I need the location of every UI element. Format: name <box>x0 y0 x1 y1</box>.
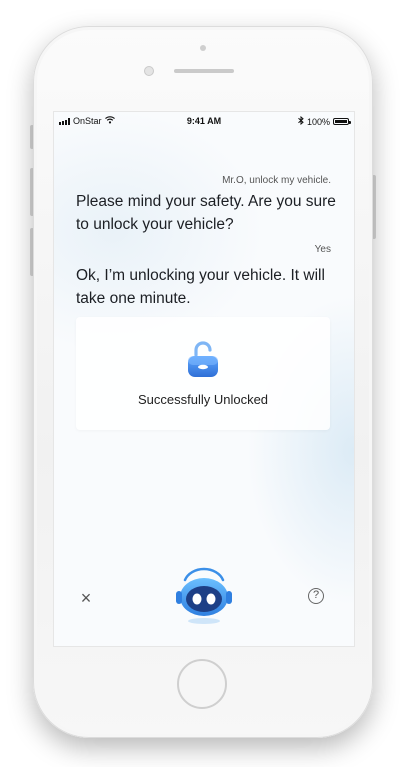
close-button[interactable]: × <box>78 588 94 608</box>
front-camera <box>144 66 154 76</box>
help-button[interactable]: ? <box>308 588 324 604</box>
unlock-result-card: Successfully Unlocked <box>76 317 330 430</box>
assistant-message: Ok, I’m unlocking your vehicle. It will … <box>76 267 325 307</box>
battery-icon <box>333 118 351 125</box>
assistant-message: Please mind your safety. Are you sure to… <box>76 193 336 233</box>
close-icon: × <box>80 588 92 608</box>
home-button[interactable] <box>177 659 227 709</box>
user-message: Yes <box>314 244 331 255</box>
status-right: 100% <box>298 115 351 127</box>
proximity-sensor <box>200 45 206 51</box>
user-message: Mr.O, unlock my vehicle. <box>222 175 331 186</box>
result-label: Successfully Unlocked <box>137 392 269 407</box>
battery-percent: 100% <box>306 116 330 127</box>
bottom-bar: × ? <box>53 566 355 626</box>
help-icon: ? <box>312 589 320 601</box>
status-bar: OnStar 9:41 AM 100% <box>53 111 355 133</box>
bluetooth-icon <box>298 115 304 127</box>
earpiece-speaker <box>174 69 234 73</box>
unlock-icon <box>186 341 220 379</box>
robot-assistant-icon[interactable] <box>171 566 237 626</box>
phone-screen: OnStar 9:41 AM 100% Mr.O, unlock my vehi… <box>53 111 355 647</box>
